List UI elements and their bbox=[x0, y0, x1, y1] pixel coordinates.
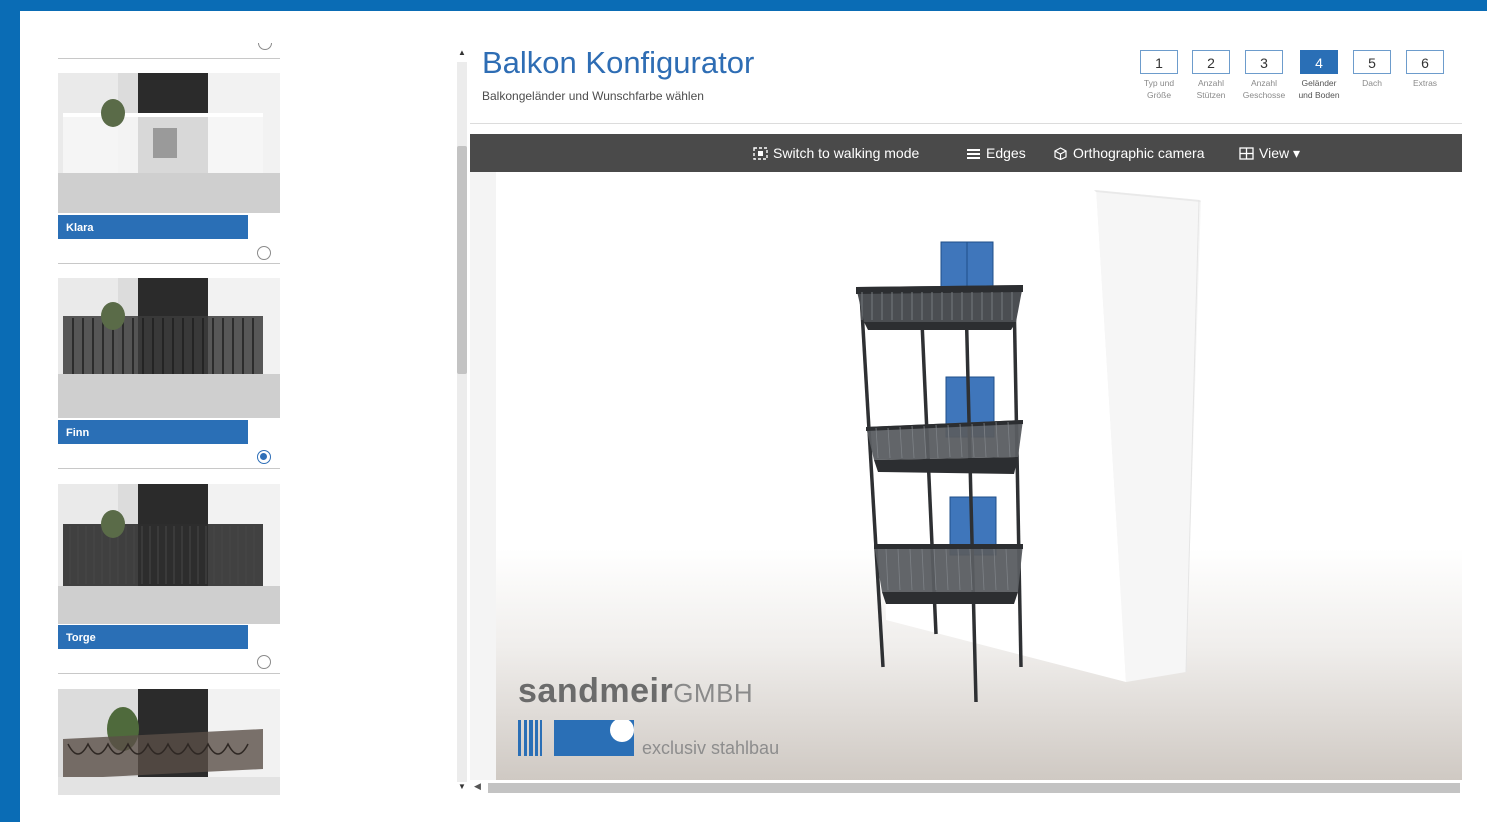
grid-icon bbox=[1239, 147, 1254, 160]
sidebar-scrollbar[interactable]: ▲ ▼ bbox=[455, 46, 469, 796]
option-radio-partial[interactable] bbox=[258, 43, 272, 50]
view-dropdown[interactable]: View ▾ bbox=[1239, 145, 1300, 162]
step-6[interactable]: 6 Extras bbox=[1402, 50, 1448, 89]
viewport-horizontal-scrollbar[interactable]: ◀ bbox=[470, 781, 1462, 795]
option-image-torge[interactable] bbox=[58, 484, 280, 624]
viewport-margin bbox=[470, 172, 496, 780]
scroll-left-icon[interactable]: ◀ bbox=[474, 781, 481, 792]
header-divider bbox=[470, 123, 1462, 124]
option-image-4[interactable] bbox=[58, 689, 280, 795]
step-number: 4 bbox=[1300, 50, 1338, 74]
option-label-torge: Torge bbox=[58, 625, 248, 649]
step-label: Anzahl Geschosse bbox=[1242, 78, 1286, 100]
option-image-finn[interactable] bbox=[58, 278, 280, 418]
page-subtitle: Balkongeländer und Wunschfarbe wählen bbox=[482, 89, 704, 103]
option-divider bbox=[58, 263, 280, 264]
step-5[interactable]: 5 Dach bbox=[1349, 50, 1395, 89]
option-divider bbox=[58, 468, 280, 469]
brand-tagline: exclusiv stahlbau bbox=[642, 738, 780, 758]
brand-mark-icon bbox=[518, 720, 634, 756]
scroll-thumb[interactable] bbox=[488, 783, 1460, 793]
page-title: Balkon Konfigurator bbox=[482, 45, 755, 80]
railing-options-sidebar: Klara Finn Torge bbox=[40, 30, 285, 800]
step-1[interactable]: 1 Typ und Größe bbox=[1136, 50, 1182, 101]
step-label: Dach bbox=[1362, 78, 1382, 88]
option-image-klara[interactable] bbox=[58, 73, 280, 213]
view-label: View ▾ bbox=[1259, 145, 1301, 161]
step-label: Extras bbox=[1412, 78, 1438, 88]
brand-name: sandmeirGMBH bbox=[518, 672, 818, 711]
option-divider bbox=[58, 58, 280, 59]
step-number: 3 bbox=[1245, 50, 1283, 74]
scroll-down-icon[interactable]: ▼ bbox=[458, 782, 466, 791]
option-radio-klara[interactable] bbox=[257, 246, 271, 260]
option-radio-torge[interactable] bbox=[257, 655, 271, 669]
cube-icon bbox=[1053, 146, 1068, 160]
walking-mode-icon bbox=[753, 146, 768, 160]
walking-mode-button[interactable]: Switch to walking mode bbox=[753, 145, 919, 161]
step-number: 2 bbox=[1192, 50, 1230, 74]
step-3[interactable]: 3 Anzahl Geschosse bbox=[1241, 50, 1287, 101]
viewer-toolbar: Switch to walking mode Edges Orthographi… bbox=[470, 134, 1462, 172]
orthographic-camera-button[interactable]: Orthographic camera bbox=[1053, 145, 1205, 161]
walking-mode-label: Switch to walking mode bbox=[773, 145, 920, 161]
edges-button[interactable]: Edges bbox=[966, 145, 1026, 161]
step-label: Typ und Größe bbox=[1143, 78, 1175, 100]
option-radio-finn[interactable] bbox=[257, 450, 271, 464]
option-divider bbox=[58, 673, 280, 674]
list-icon bbox=[966, 147, 981, 160]
scroll-up-icon[interactable]: ▲ bbox=[458, 48, 466, 57]
step-2[interactable]: 2 Anzahl Stützen bbox=[1188, 50, 1234, 101]
scroll-thumb[interactable] bbox=[457, 146, 467, 374]
option-label-klara: Klara bbox=[58, 215, 248, 239]
step-4[interactable]: 4 Geländer und Boden bbox=[1296, 50, 1342, 101]
step-label: Anzahl Stützen bbox=[1196, 78, 1226, 100]
orthographic-camera-label: Orthographic camera bbox=[1073, 145, 1205, 161]
brand-logo: sandmeirGMBH exclusiv stahlbau bbox=[518, 672, 818, 762]
step-navigation: 1 Typ und Größe 2 Anzahl Stützen 3 Anzah… bbox=[1136, 50, 1456, 125]
brand-name-light: GMBH bbox=[673, 678, 754, 708]
brand-name-bold: sandmeir bbox=[518, 672, 674, 710]
step-label: Geländer und Boden bbox=[1298, 78, 1340, 100]
edges-label: Edges bbox=[986, 145, 1026, 161]
step-number: 5 bbox=[1353, 50, 1391, 74]
option-label-finn: Finn bbox=[58, 420, 248, 444]
step-number: 1 bbox=[1140, 50, 1178, 74]
step-number: 6 bbox=[1406, 50, 1444, 74]
